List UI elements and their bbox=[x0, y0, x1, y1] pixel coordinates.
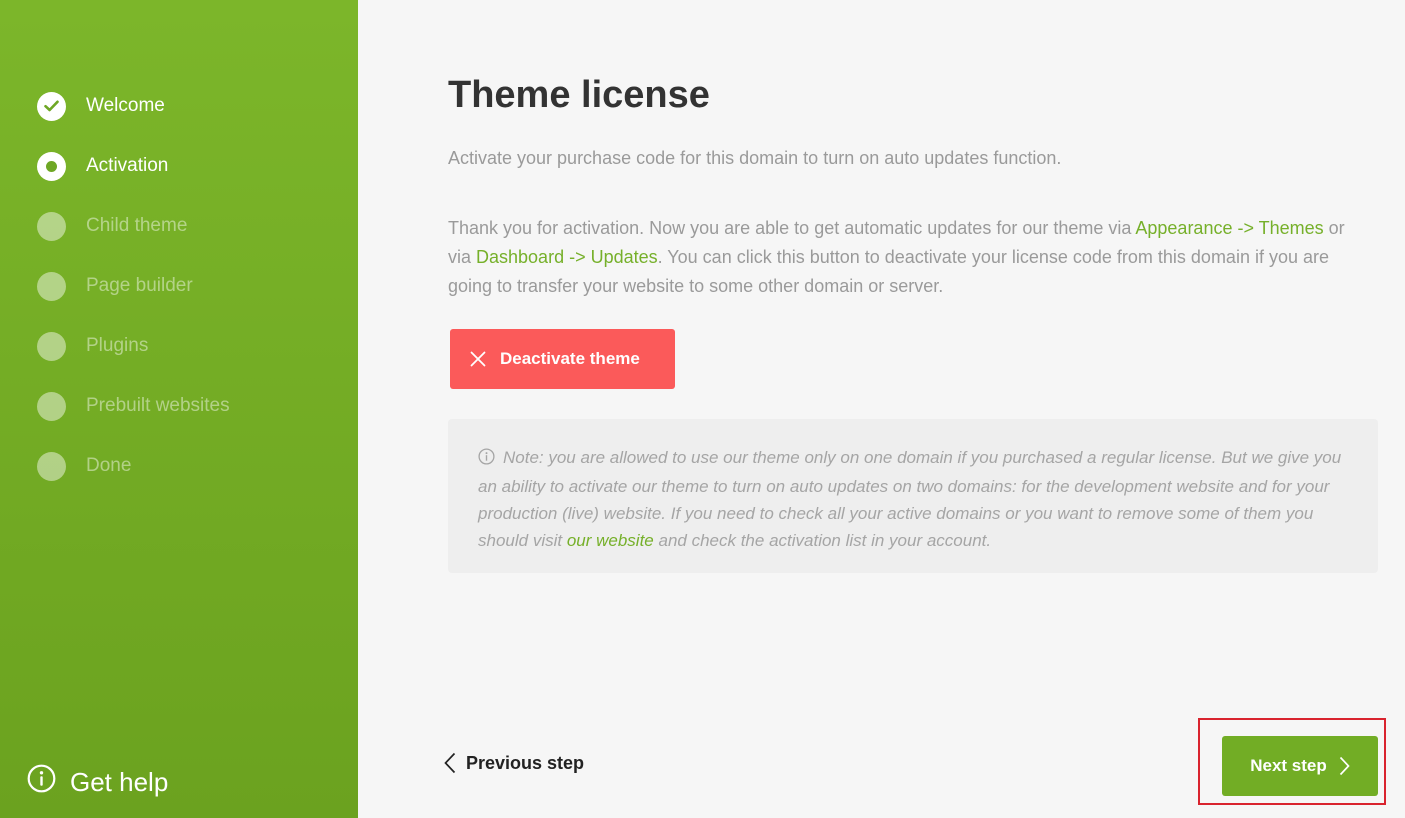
deactivate-theme-button[interactable]: Deactivate theme bbox=[450, 329, 675, 389]
step-activation[interactable]: Activation bbox=[37, 136, 230, 196]
step-prebuilt-websites[interactable]: Prebuilt websites bbox=[37, 376, 230, 436]
step-done[interactable]: Done bbox=[37, 436, 230, 496]
next-step-label: Next step bbox=[1250, 756, 1327, 775]
close-icon bbox=[470, 351, 486, 367]
sidebar: Welcome Activation Child theme Page buil… bbox=[0, 0, 358, 818]
step-plugins[interactable]: Plugins bbox=[37, 316, 230, 376]
activation-message: Thank you for activation. Now you are ab… bbox=[448, 214, 1368, 301]
license-note: Note: you are allowed to use our theme o… bbox=[448, 419, 1378, 573]
previous-step-label: Previous step bbox=[466, 752, 585, 773]
step-welcome[interactable]: Welcome bbox=[37, 76, 230, 136]
get-help-link[interactable]: Get help bbox=[27, 764, 168, 800]
our-website-link[interactable]: our website bbox=[567, 531, 654, 550]
step-label: Done bbox=[86, 455, 132, 476]
step-label: Plugins bbox=[86, 335, 149, 356]
message-text: Thank you for activation. Now you are ab… bbox=[448, 218, 1136, 238]
step-label: Page builder bbox=[86, 275, 193, 296]
active-step-icon bbox=[37, 151, 66, 181]
dashboard-updates-link[interactable]: Dashboard -> Updates bbox=[476, 247, 658, 267]
step-label: Welcome bbox=[86, 95, 165, 116]
get-help-label: Get help bbox=[70, 766, 169, 797]
step-label: Prebuilt websites bbox=[86, 395, 230, 416]
pending-step-icon bbox=[37, 331, 66, 361]
step-label: Child theme bbox=[86, 215, 188, 236]
pending-step-icon bbox=[37, 391, 66, 421]
page-title: Theme license bbox=[448, 74, 710, 116]
step-label: Activation bbox=[86, 155, 169, 176]
chevron-left-icon bbox=[444, 752, 456, 774]
deactivate-label: Deactivate theme bbox=[500, 349, 640, 368]
previous-step-button[interactable]: Previous step bbox=[444, 752, 584, 774]
page-subtitle: Activate your purchase code for this dom… bbox=[448, 148, 1062, 168]
appearance-themes-link[interactable]: Appearance -> Themes bbox=[1135, 218, 1323, 238]
check-icon bbox=[37, 91, 66, 121]
pending-step-icon bbox=[37, 451, 66, 481]
pending-step-icon bbox=[37, 211, 66, 241]
step-child-theme[interactable]: Child theme bbox=[37, 196, 230, 256]
note-text: and check the activation list in your ac… bbox=[653, 531, 992, 550]
next-step-button[interactable]: Next step bbox=[1222, 736, 1378, 796]
pending-step-icon bbox=[37, 271, 66, 301]
info-icon bbox=[478, 446, 495, 473]
wizard-steps: Welcome Activation Child theme Page buil… bbox=[37, 76, 230, 496]
chevron-right-icon bbox=[1339, 756, 1350, 776]
info-icon bbox=[27, 764, 56, 800]
step-page-builder[interactable]: Page builder bbox=[37, 256, 230, 316]
